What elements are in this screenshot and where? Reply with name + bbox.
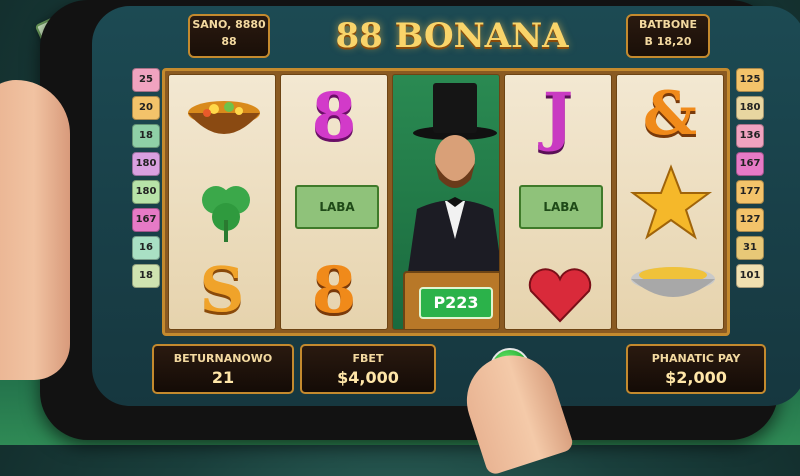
- reel-4: J LABA: [504, 74, 612, 330]
- symbol-8-purple: 8: [311, 79, 357, 154]
- panel-left-value: 21: [211, 368, 235, 387]
- payline-chip[interactable]: 167: [132, 208, 160, 232]
- symbol-j: J: [542, 79, 574, 154]
- cash-bill-symbol: LABA: [519, 185, 603, 229]
- cash-bill-symbol: LABA: [295, 185, 379, 229]
- balance-label: SANO, 8880: [192, 18, 266, 31]
- left-payline-column: 25 20 18 180 180 167 16 18: [132, 68, 160, 292]
- bet-box: BATBONE B 18,20: [626, 14, 710, 58]
- phone-device: SANO, 8880 88 88 BONANA BATBONE B 18,20 …: [40, 0, 800, 440]
- prize-label: P223: [419, 287, 493, 319]
- gold-tray-icon: [631, 267, 715, 297]
- payline-chip[interactable]: 16: [132, 236, 160, 260]
- reel-5: &: [616, 74, 724, 330]
- reel-2: 8 LABA 8: [280, 74, 388, 330]
- clover-icon: [202, 186, 250, 242]
- payout-value: $2,000: [665, 368, 727, 387]
- game-title: 88 BONANA: [335, 16, 569, 56]
- bet-value: B 18,20: [644, 35, 692, 48]
- reel-3: P223: [392, 74, 500, 330]
- payline-chip[interactable]: 180: [132, 180, 160, 204]
- pot-of-gold-icon: [188, 101, 260, 134]
- payline-chip[interactable]: 125: [736, 68, 764, 92]
- payline-chip[interactable]: 127: [736, 208, 764, 232]
- heart-icon: [528, 268, 592, 323]
- prize-chest: P223: [403, 271, 499, 329]
- bet-label: BATBONE: [638, 18, 697, 31]
- panel-left-label: BETURNANOWO: [173, 352, 273, 365]
- payline-chip[interactable]: 167: [736, 152, 764, 176]
- symbol-8-orange: 8: [311, 253, 357, 328]
- payline-chip[interactable]: 18: [132, 264, 160, 288]
- game-screen: SANO, 8880 88 88 BONANA BATBONE B 18,20 …: [92, 6, 800, 406]
- payline-chip[interactable]: 180: [132, 152, 160, 176]
- payline-chip[interactable]: 18: [132, 124, 160, 148]
- balance-value: 88: [221, 35, 237, 48]
- reel-grid: S 8 LABA 8 P223 J LABA &: [162, 68, 730, 336]
- title-bar: SANO, 8880 88 88 BONANA BATBONE B 18,20: [92, 6, 800, 68]
- right-payline-column: 125 180 136 167 177 127 31 101: [736, 68, 764, 292]
- payline-chip[interactable]: 101: [736, 264, 764, 288]
- top-hat-gentleman-icon: [407, 83, 499, 279]
- bet-panel-label: FBET: [352, 352, 384, 365]
- info-panel-left: BETURNANOWO 21: [152, 344, 294, 394]
- star-icon: [629, 164, 713, 240]
- symbol-ampersand: &: [642, 79, 698, 149]
- bet-panel[interactable]: FBET $4,000: [300, 344, 436, 394]
- balance-box: SANO, 8880 88: [188, 14, 270, 58]
- reel-1: S: [168, 74, 276, 330]
- holding-hand: [0, 80, 70, 380]
- payline-chip[interactable]: 177: [736, 180, 764, 204]
- payout-panel: PHANATIC PAY $2,000: [626, 344, 766, 394]
- bet-panel-value: $4,000: [337, 368, 399, 387]
- bottom-bar: BETURNANOWO 21 FBET $4,000 IDI PHANATIC …: [152, 344, 766, 398]
- payline-chip[interactable]: 20: [132, 96, 160, 120]
- payline-chip[interactable]: 180: [736, 96, 764, 120]
- payline-chip[interactable]: 25: [132, 68, 160, 92]
- payline-chip[interactable]: 136: [736, 124, 764, 148]
- payline-chip[interactable]: 31: [736, 236, 764, 260]
- symbol-s: S: [199, 253, 245, 326]
- payout-label: PHANATIC PAY: [651, 352, 741, 365]
